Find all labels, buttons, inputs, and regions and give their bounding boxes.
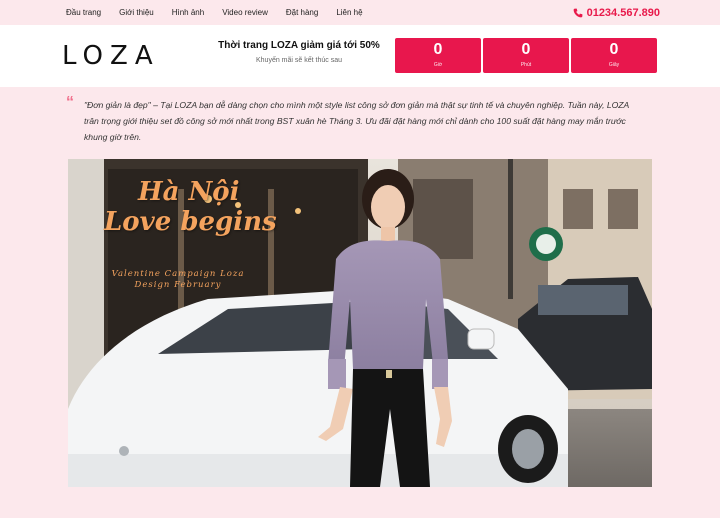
- countdown-seconds-value: 0: [609, 41, 619, 58]
- promo-subtitle: Khuyến mãi sẽ kết thúc sau: [256, 57, 342, 64]
- nav-item-images[interactable]: Hình ảnh: [172, 8, 204, 17]
- hero-title: Hà Nội Love begins: [104, 177, 277, 237]
- hero-title-line2: Love begins: [104, 207, 277, 237]
- countdown-seconds-unit: Giây: [608, 62, 620, 68]
- nav-item-video[interactable]: Video review: [222, 8, 268, 17]
- main-content: “ "Đơn giản là đẹp" – Tại LOZA bạn dễ dà…: [0, 87, 720, 518]
- hero-subtitle: Valentine Campaign Loza Design February: [108, 269, 248, 291]
- nav-item-top[interactable]: Đầu trang: [66, 8, 101, 17]
- countdown-minutes-value: 0: [521, 41, 531, 58]
- nav-item-order[interactable]: Đặt hàng: [286, 8, 318, 17]
- phone-link[interactable]: 01234.567.890: [573, 0, 660, 25]
- promo-block: Thời trang LOZA giảm giá tới 50% Khuyến …: [212, 40, 386, 64]
- phone-number: 01234.567.890: [586, 6, 660, 19]
- hero-subtitle-line1: Valentine Campaign Loza: [111, 269, 245, 279]
- promo-title: Thời trang LOZA giảm giá tới 50%: [218, 40, 380, 51]
- hero-title-line1: Hà Nội: [138, 177, 240, 207]
- nav-item-about[interactable]: Giới thiệu: [119, 8, 154, 17]
- quote-mark-icon: “: [66, 94, 74, 111]
- countdown-hours: 0 Giờ: [395, 38, 481, 73]
- countdown-seconds: 0 Giây: [571, 38, 657, 73]
- hero-image: Hà Nội Love begins Valentine Campaign Lo…: [68, 159, 652, 487]
- countdown-minutes-unit: Phút: [520, 62, 532, 68]
- countdown-minutes: 0 Phút: [483, 38, 569, 73]
- hero-subtitle-line2: Design February: [134, 280, 222, 290]
- top-nav: Đầu trang Giới thiệu Hình ảnh Video revi…: [66, 0, 381, 25]
- countdown-hours-value: 0: [433, 41, 443, 58]
- countdown-hours-unit: Giờ: [433, 62, 443, 68]
- intro-quote: “ "Đơn giản là đẹp" – Tại LOZA bạn dễ dà…: [66, 94, 646, 145]
- logo[interactable]: LOZA: [62, 41, 160, 71]
- intro-text: "Đơn giản là đẹp" – Tại LOZA bạn dễ dàng…: [84, 100, 629, 142]
- nav-item-contact[interactable]: Liên hệ: [336, 8, 362, 17]
- phone-icon: [573, 8, 582, 17]
- top-bar: Đầu trang Giới thiệu Hình ảnh Video revi…: [0, 0, 720, 25]
- header: LOZA Thời trang LOZA giảm giá tới 50% Kh…: [0, 25, 720, 87]
